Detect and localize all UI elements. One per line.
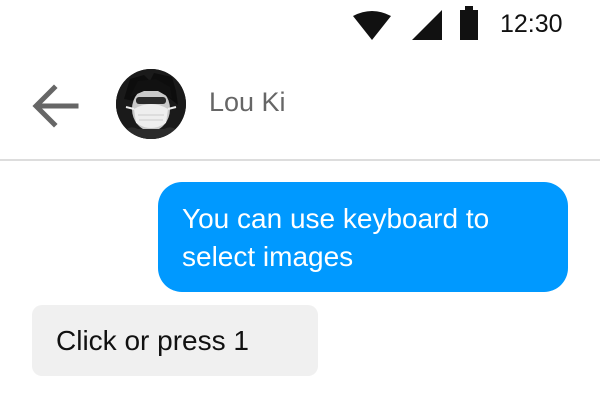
message-incoming[interactable]: Click or press 1 [32, 305, 318, 376]
chat-header: Lou Ki [0, 56, 600, 158]
header-divider [0, 159, 600, 161]
message-outgoing: You can use keyboard to select images [158, 182, 568, 292]
signal-icon [412, 10, 442, 40]
contact-avatar[interactable] [116, 69, 186, 139]
wifi-icon [353, 11, 391, 40]
avatar-image [116, 69, 186, 139]
status-bar: 12:30 [0, 0, 600, 48]
contact-name: Lou Ki [209, 87, 286, 117]
arrow-left-icon[interactable] [32, 84, 80, 128]
battery-icon [460, 6, 478, 40]
status-time: 12:30 [500, 10, 563, 38]
